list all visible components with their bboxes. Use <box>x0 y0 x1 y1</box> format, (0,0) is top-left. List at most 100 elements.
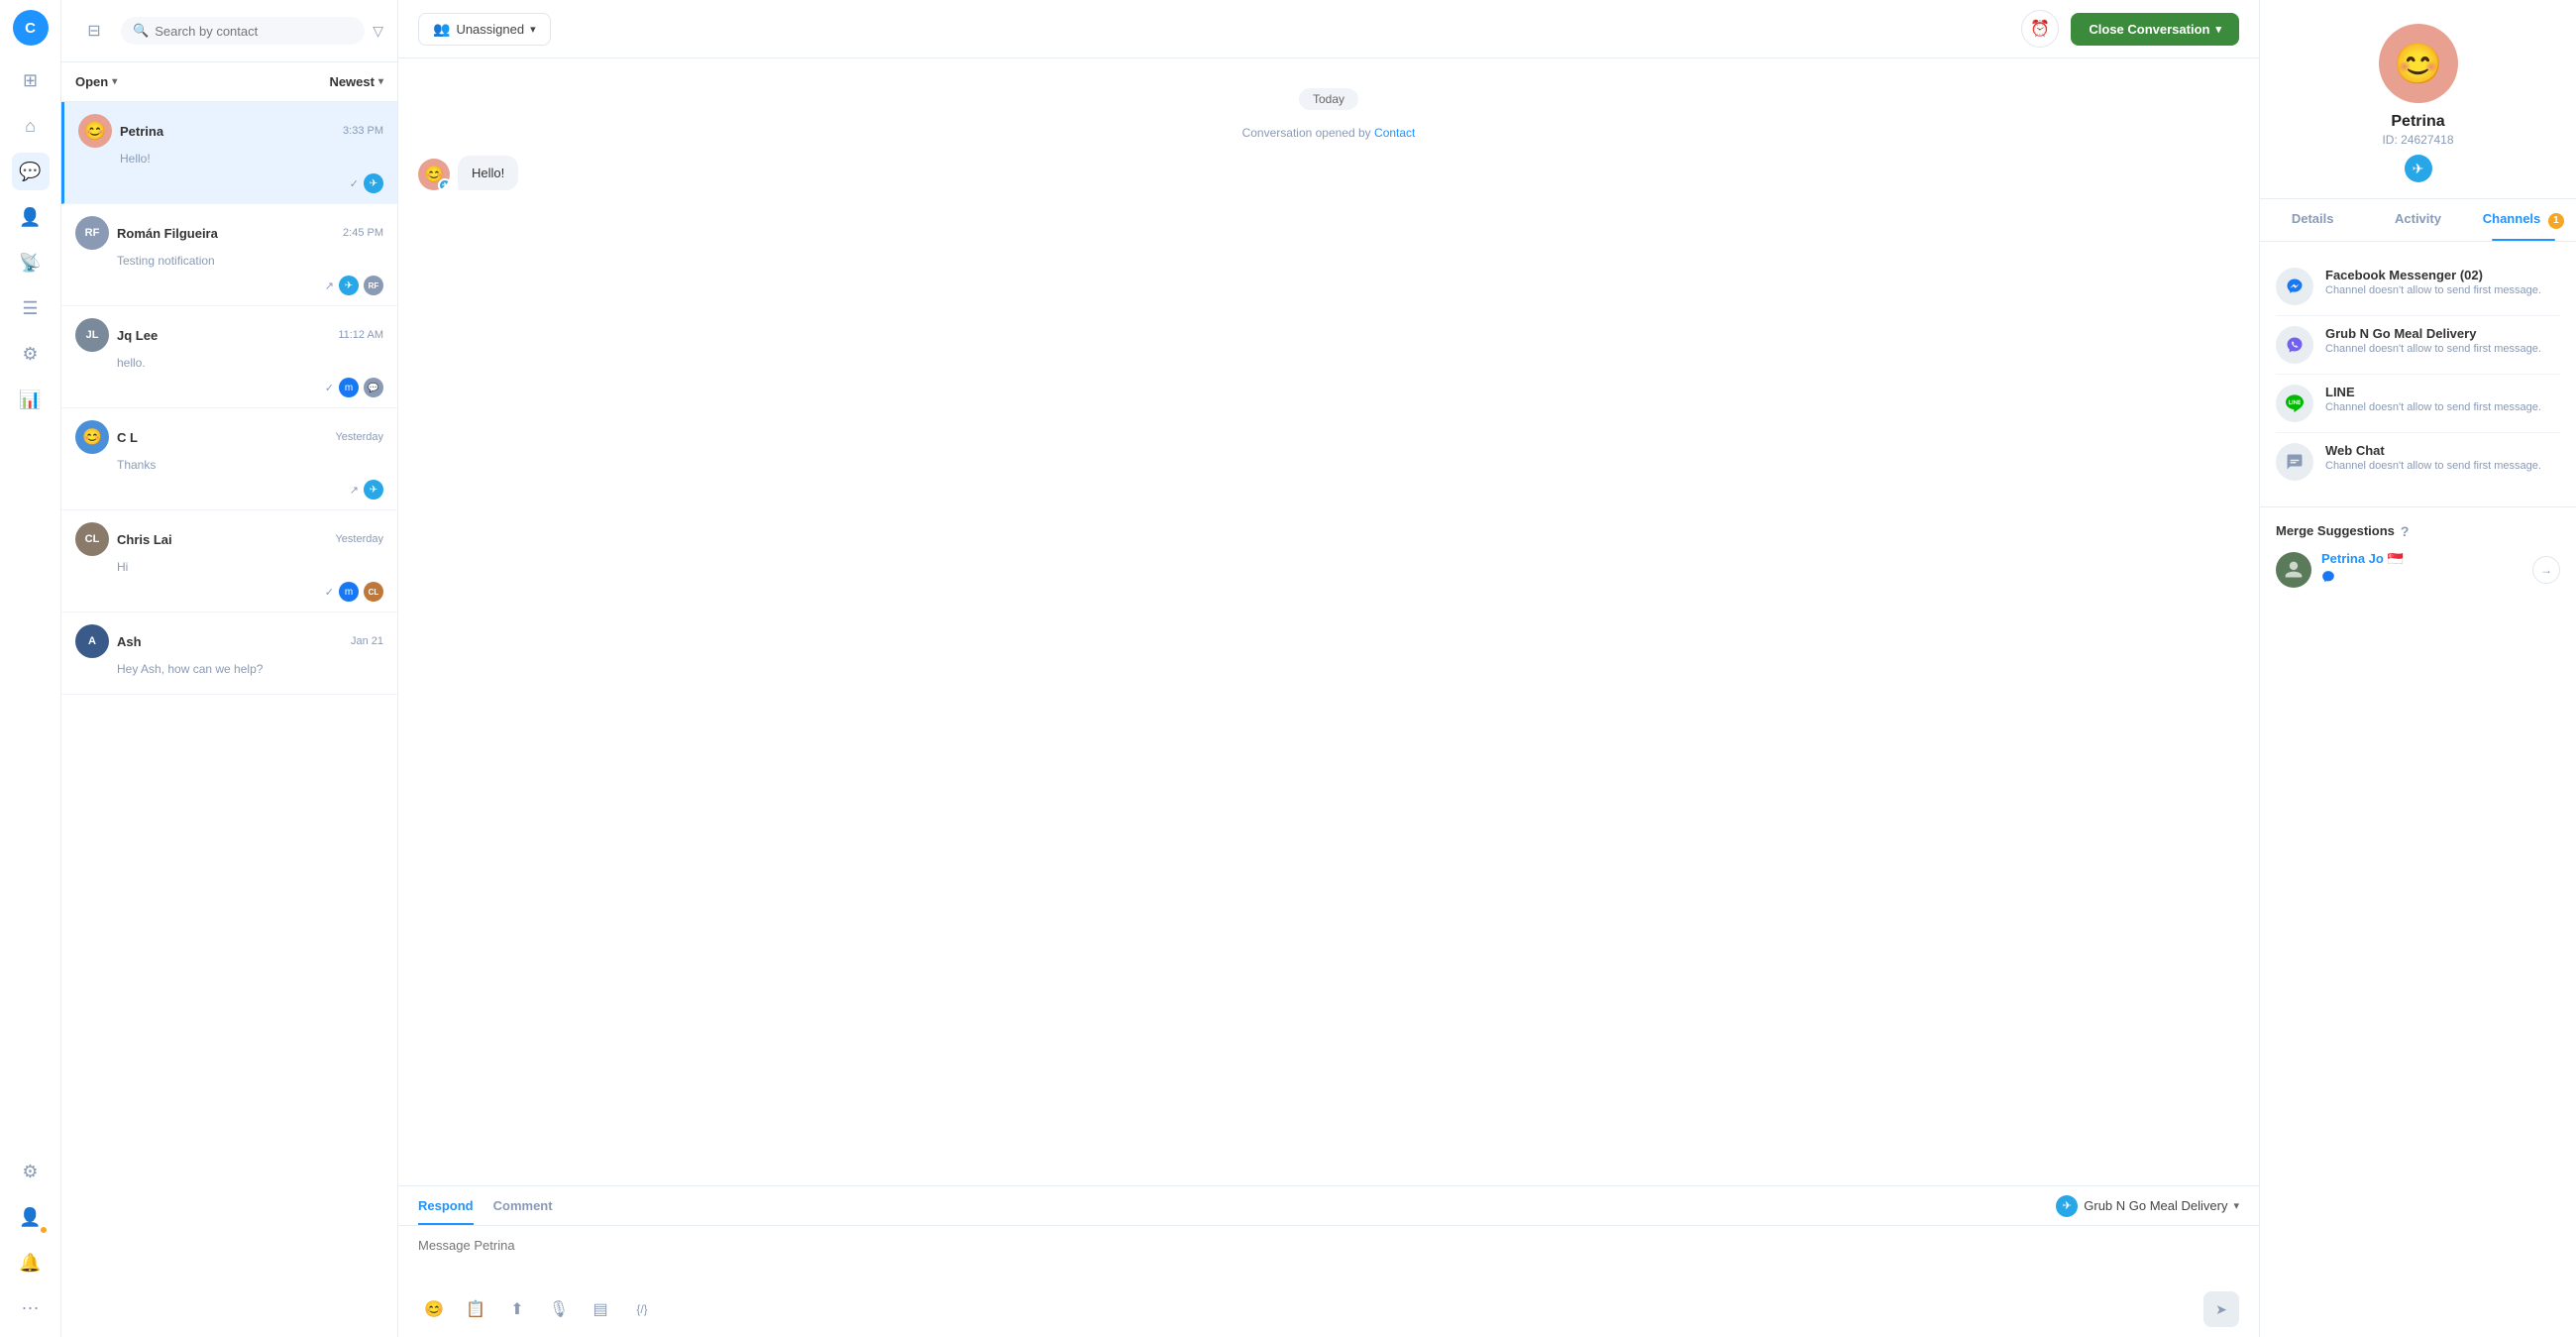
panel-toggle-icon[interactable]: ⊟ <box>75 12 113 50</box>
contact-name-large: Petrina <box>2391 113 2444 131</box>
contact-name: C L <box>117 430 327 445</box>
list-icon[interactable]: ☰ <box>12 289 50 327</box>
conv-time: Yesterday <box>335 431 383 443</box>
list-item[interactable]: RF Román Filgueira 2:45 PM Testing notif… <box>61 204 397 306</box>
channel-select[interactable]: ✈ Grub N Go Meal Delivery ▾ <box>2056 1195 2239 1217</box>
channel-dot: ✈ <box>438 178 450 190</box>
newest-filter-btn[interactable]: Newest ▾ <box>329 70 383 93</box>
contact-header: 😊 Petrina ID: 24627418 ✈ <box>2260 0 2576 199</box>
search-input[interactable] <box>155 24 353 39</box>
emoji-button[interactable]: 😊 <box>418 1293 450 1325</box>
contact-avatar-large: 😊 <box>2379 24 2458 103</box>
user-avatar[interactable]: C <box>13 10 49 46</box>
merge-arrow-button[interactable]: → <box>2532 556 2560 584</box>
user-notification-dot <box>40 1226 48 1234</box>
conv-time: 2:45 PM <box>343 227 383 239</box>
avatar: RF <box>75 216 109 250</box>
conv-preview: Hey Ash, how can we help? <box>75 662 383 676</box>
channel-item: LINE Channel doesn't allow to send first… <box>2276 375 2560 433</box>
open-filter-btn[interactable]: Open ▾ <box>75 70 117 93</box>
agent-avatar: RF <box>364 276 383 295</box>
list-item[interactable]: 😊 Petrina 3:33 PM Hello! ✓ ✈ <box>61 102 397 204</box>
webchat-channel-icon <box>2276 443 2313 481</box>
channel-note: Channel doesn't allow to send first mess… <box>2325 460 2541 472</box>
tab-respond[interactable]: Respond <box>418 1186 474 1225</box>
snooze-icon: ⏰ <box>2030 19 2050 39</box>
reply-input-area[interactable] <box>398 1226 2259 1285</box>
tab-activity[interactable]: Activity <box>2365 199 2470 241</box>
channels-section: Facebook Messenger (02) Channel doesn't … <box>2260 242 2576 506</box>
chat-toolbar: 👥 Unassigned ▾ ⏰ Close Conversation ▾ <box>398 0 2259 58</box>
list-item[interactable]: A Ash Jan 21 Hey Ash, how can we help? <box>61 613 397 695</box>
message-row: 😊 ✈ Hello! <box>418 156 2239 190</box>
variable-button[interactable]: {/} <box>626 1293 658 1325</box>
template-button[interactable]: ▤ <box>585 1293 616 1325</box>
date-divider: Today <box>418 88 2239 110</box>
avatar: CL <box>75 522 109 556</box>
settings2-icon[interactable]: ⚙ <box>12 1153 50 1190</box>
date-pill: Today <box>1299 88 1358 110</box>
home-icon[interactable]: ⌂ <box>12 107 50 145</box>
telegram-channel-badge: ✈ <box>364 480 383 500</box>
tab-channels[interactable]: Channels 1 <box>2471 199 2576 241</box>
assign-button[interactable]: 👥 Unassigned ▾ <box>418 13 551 46</box>
user-icon[interactable]: 👤 <box>12 1198 50 1236</box>
list-item[interactable]: CL Chris Lai Yesterday Hi ✓ m CL <box>61 510 397 613</box>
snooze-button[interactable]: ⏰ <box>2021 10 2059 48</box>
merge-help-icon[interactable]: ? <box>2401 523 2410 539</box>
sidebar-toggle-icon[interactable]: ⊞ <box>12 61 50 99</box>
outgoing-arrow-icon: ↗ <box>350 484 359 497</box>
filter-icon[interactable]: ▽ <box>373 23 383 40</box>
contact-name: Ash <box>117 634 343 649</box>
panel-tabs: Details Activity Channels 1 <box>2260 199 2576 242</box>
webchat-channel-badge: 💬 <box>364 378 383 397</box>
attachment-button[interactable]: 📋 <box>460 1293 491 1325</box>
list-item[interactable]: 😊 C L Yesterday Thanks ↗ ✈ <box>61 408 397 510</box>
tab-details[interactable]: Details <box>2260 199 2365 241</box>
channel-item: Grub N Go Meal Delivery Channel doesn't … <box>2276 316 2560 375</box>
tab-comment[interactable]: Comment <box>493 1186 553 1225</box>
avatar: JL <box>75 318 109 352</box>
reply-tabs: Respond Comment ✈ Grub N Go Meal Deliver… <box>398 1186 2259 1226</box>
assign-icon: 👥 <box>433 21 450 38</box>
contact-name: Chris Lai <box>117 532 327 547</box>
merge-channel-icon <box>2321 570 2335 584</box>
conv-time: 11:12 AM <box>338 329 383 341</box>
reports-icon[interactable]: 📡 <box>12 244 50 281</box>
contact-link[interactable]: Contact <box>1374 126 1415 140</box>
channel-note: Channel doesn't allow to send first mess… <box>2325 343 2541 355</box>
settings-icon[interactable]: ⚙ <box>12 335 50 373</box>
search-icon: 🔍 <box>133 23 149 39</box>
merge-contact-name[interactable]: Petrina Jo 🇸🇬 <box>2321 551 2404 567</box>
channel-note: Channel doesn't allow to send first mess… <box>2325 401 2541 413</box>
more-icon[interactable]: ⋯ <box>12 1289 50 1327</box>
assign-chevron-icon: ▾ <box>530 23 536 36</box>
upload-button[interactable]: ⬆ <box>501 1293 533 1325</box>
conv-time: Jan 21 <box>351 635 383 647</box>
message-avatar: 😊 ✈ <box>418 159 450 190</box>
contact-name: Petrina <box>120 124 335 139</box>
search-box[interactable]: 🔍 <box>121 17 365 45</box>
conv-preview: hello. <box>75 356 383 370</box>
message-bubble: Hello! <box>458 156 518 190</box>
audio-button[interactable]: 🎙 <box>543 1293 575 1325</box>
contacts-icon[interactable]: 👤 <box>12 198 50 236</box>
conv-preview: Testing notification <box>75 254 383 268</box>
reply-input[interactable] <box>418 1238 2239 1268</box>
conversation-list: 😊 Petrina 3:33 PM Hello! ✓ ✈ RF Román Fi… <box>61 102 397 1337</box>
left-navigation: C ⊞ ⌂ 💬 👤 📡 ☰ ⚙ 📊 ⚙ 👤 🔔 ⋯ <box>0 0 61 1337</box>
channels-badge: 1 <box>2548 213 2564 229</box>
conversations-icon[interactable]: 💬 <box>12 153 50 190</box>
chat-messages: Today Conversation opened by Contact 😊 ✈… <box>398 58 2259 1185</box>
telegram-channel-badge: ✈ <box>364 173 383 193</box>
bell-icon[interactable]: 🔔 <box>12 1244 50 1281</box>
channel-item: Facebook Messenger (02) Channel doesn't … <box>2276 258 2560 316</box>
send-button[interactable]: ➤ <box>2203 1291 2239 1327</box>
close-conversation-button[interactable]: Close Conversation ▾ <box>2071 13 2239 46</box>
channel-name: Grub N Go Meal Delivery <box>2325 326 2541 341</box>
contact-id: ID: 24627418 <box>2382 133 2453 147</box>
list-item[interactable]: JL Jq Lee 11:12 AM hello. ✓ m 💬 <box>61 306 397 408</box>
conv-time: 3:33 PM <box>343 125 383 137</box>
channel-item: Web Chat Channel doesn't allow to send f… <box>2276 433 2560 491</box>
chart-icon[interactable]: 📊 <box>12 381 50 418</box>
